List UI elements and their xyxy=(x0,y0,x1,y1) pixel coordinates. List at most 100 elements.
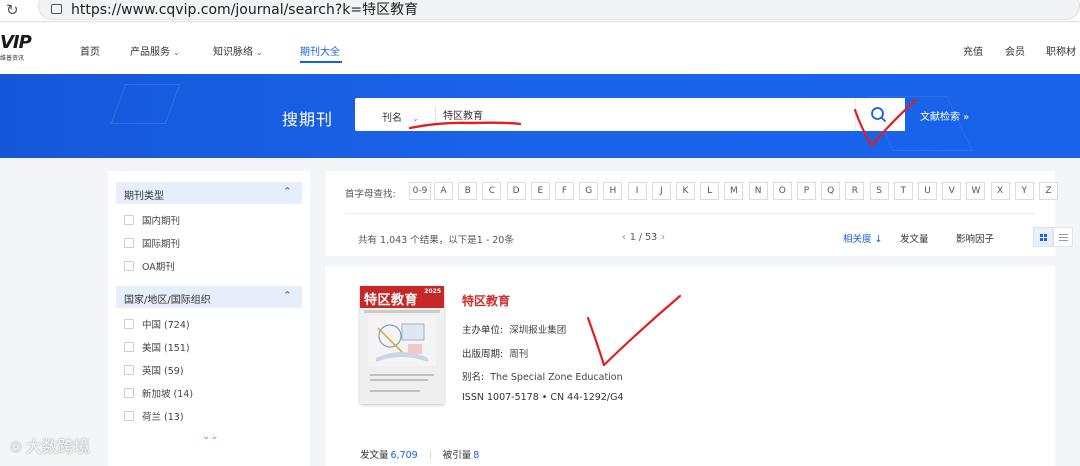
reload-icon[interactable]: ↻ xyxy=(6,1,19,19)
list-view-button[interactable] xyxy=(1053,227,1073,247)
journal-title-link[interactable]: 特区教育 xyxy=(462,292,510,309)
letter-filter-h[interactable]: H xyxy=(603,182,623,200)
letter-filter-e[interactable]: E xyxy=(530,182,550,200)
nav-home-label: 首页 xyxy=(80,47,100,58)
facet-option-domestic[interactable]: 国内期刊 xyxy=(124,213,180,227)
nav-journals[interactable]: 期刊大全 xyxy=(300,43,340,58)
checkbox[interactable] xyxy=(124,238,134,248)
filter-sidebar: 期刊类型 ⌃ 国内期刊 国际期刊 OA期刊 国家/地区/国际组织 ⌃ 中国 (7… xyxy=(108,171,310,466)
letter-filter-j[interactable]: J xyxy=(651,182,671,200)
checkbox[interactable] xyxy=(124,365,134,375)
meta-key: 主办单位: xyxy=(462,325,504,336)
letter-filter-i[interactable]: I xyxy=(627,182,647,200)
divider xyxy=(345,213,1035,214)
sort-articles[interactable]: 发文量 xyxy=(900,231,929,245)
nav-products[interactable]: 产品服务 ⌄ xyxy=(130,43,180,58)
letter-filter-s[interactable]: S xyxy=(869,182,889,200)
advanced-search-link[interactable]: 文献检索 » xyxy=(920,108,969,123)
facet-header-type[interactable]: 期刊类型 ⌃ xyxy=(116,182,302,204)
letter-filter-r[interactable]: R xyxy=(845,182,865,200)
nav-journals-label: 期刊大全 xyxy=(300,47,340,58)
letter-filter-d[interactable]: D xyxy=(506,182,526,200)
banner-title: 搜期刊 xyxy=(282,110,334,129)
letter-filter-m[interactable]: M xyxy=(724,182,744,200)
cover-illustration xyxy=(368,316,436,366)
nav-home[interactable]: 首页 xyxy=(80,43,100,58)
letter-filter-g[interactable]: G xyxy=(579,182,599,200)
facet-option-uk[interactable]: 英国 (59) xyxy=(124,363,184,377)
nav-member[interactable]: 会员 xyxy=(1005,43,1025,58)
expand-more-icon[interactable]: ⌄⌄ xyxy=(202,431,219,442)
sort-relevance[interactable]: 相关度 ↓ xyxy=(843,231,882,245)
letter-filter-q[interactable]: Q xyxy=(821,182,841,200)
articles-count[interactable]: 6,709 xyxy=(391,450,418,461)
letter-filter-w[interactable]: W xyxy=(966,182,986,200)
search-input[interactable] xyxy=(443,104,843,125)
sort-impact-factor[interactable]: 影响因子 xyxy=(956,231,994,245)
journal-cover[interactable]: 特区教育 2025 xyxy=(360,286,444,404)
checkbox[interactable] xyxy=(124,319,134,329)
letter-filter-c[interactable]: C xyxy=(482,182,502,200)
letter-filter-b[interactable]: B xyxy=(458,182,478,200)
letter-filter-p[interactable]: P xyxy=(797,182,816,200)
meta-period: 出版周期: 周刊 xyxy=(462,346,528,360)
chevron-down-icon: ⌄ xyxy=(256,48,263,57)
facet-title: 国家/地区/国际组织 xyxy=(124,295,211,306)
letter-filter-v[interactable]: V xyxy=(942,182,962,200)
facet-option-oa[interactable]: OA期刊 xyxy=(124,259,175,273)
search-button[interactable] xyxy=(855,98,905,131)
cover-textline xyxy=(370,374,434,376)
letter-filter-t[interactable]: T xyxy=(893,182,913,200)
search-type-select[interactable]: 刊名 ⌄ xyxy=(382,109,419,124)
cited-count[interactable]: 8 xyxy=(473,450,479,461)
meta-value: 深圳报业集团 xyxy=(509,325,567,336)
facet-option-netherlands[interactable]: 荷兰 (13) xyxy=(124,409,184,423)
facet-option-label: 荷兰 (13) xyxy=(142,412,184,423)
site-logo[interactable]: VIP 维普资讯 xyxy=(0,34,42,64)
checkbox[interactable] xyxy=(124,342,134,352)
checkbox[interactable] xyxy=(124,215,134,225)
letter-filter-f[interactable]: F xyxy=(555,182,574,200)
meta-sponsor: 主办单位: 深圳报业集团 xyxy=(462,322,566,336)
cover-subline xyxy=(364,310,440,313)
facet-option-china[interactable]: 中国 (724) xyxy=(124,317,190,331)
nav-knowledge[interactable]: 知识脉络 ⌄ xyxy=(213,43,263,58)
chevron-up-icon[interactable]: ⌃ xyxy=(283,185,292,198)
letter-filter-y[interactable]: Y xyxy=(1014,182,1034,200)
url-text[interactable]: https://www.cqvip.com/journal/search?k=特… xyxy=(71,0,418,19)
nav-title-material[interactable]: 职称材 xyxy=(1046,43,1076,58)
letter-filter-o[interactable]: O xyxy=(772,182,792,200)
letter-filter-0-9[interactable]: 0-9 xyxy=(409,182,431,200)
search-type-label: 刊名 xyxy=(382,113,402,124)
url-field[interactable]: https://www.cqvip.com/journal/search?k=特… xyxy=(38,0,1080,20)
pager: ‹ 1 / 53 › xyxy=(618,232,669,243)
facet-option-usa[interactable]: 美国 (151) xyxy=(124,340,190,354)
cover-textline xyxy=(370,379,428,381)
watermark-logo-icon: ❁ xyxy=(10,440,22,456)
checkbox[interactable] xyxy=(124,411,134,421)
letter-filter-x[interactable]: X xyxy=(990,182,1010,200)
facet-option-international[interactable]: 国际期刊 xyxy=(124,236,180,250)
checkbox[interactable] xyxy=(124,261,134,271)
facet-header-country[interactable]: 国家/地区/国际组织 ⌃ xyxy=(116,286,302,308)
grid-view-button[interactable] xyxy=(1033,227,1053,247)
list-view-icon xyxy=(1059,234,1068,241)
facet-option-label: 新加坡 (14) xyxy=(142,389,194,400)
site-header: VIP 维普资讯 首页 产品服务 ⌄ 知识脉络 ⌄ 期刊大全 充值 会员 职称材 xyxy=(0,23,1080,74)
next-page-icon[interactable]: › xyxy=(661,232,665,243)
nav-products-label: 产品服务 xyxy=(130,47,170,58)
facet-option-label: 国内期刊 xyxy=(142,216,181,227)
letter-filter-k[interactable]: K xyxy=(676,182,695,200)
letter-filter-a[interactable]: A xyxy=(434,182,453,200)
letter-filter-l[interactable]: L xyxy=(700,182,720,200)
facet-option-singapore[interactable]: 新加坡 (14) xyxy=(124,386,193,400)
meta-key: 出版周期: xyxy=(462,349,504,360)
site-info-icon[interactable] xyxy=(51,4,62,14)
letter-filter-u[interactable]: U xyxy=(918,182,937,200)
letter-filter-n[interactable]: N xyxy=(748,182,768,200)
letter-filter-z[interactable]: Z xyxy=(1039,182,1058,200)
prev-page-icon[interactable]: ‹ xyxy=(622,232,626,243)
chevron-up-icon[interactable]: ⌃ xyxy=(283,289,292,302)
checkbox[interactable] xyxy=(124,388,134,398)
nav-recharge[interactable]: 充值 xyxy=(963,43,983,58)
